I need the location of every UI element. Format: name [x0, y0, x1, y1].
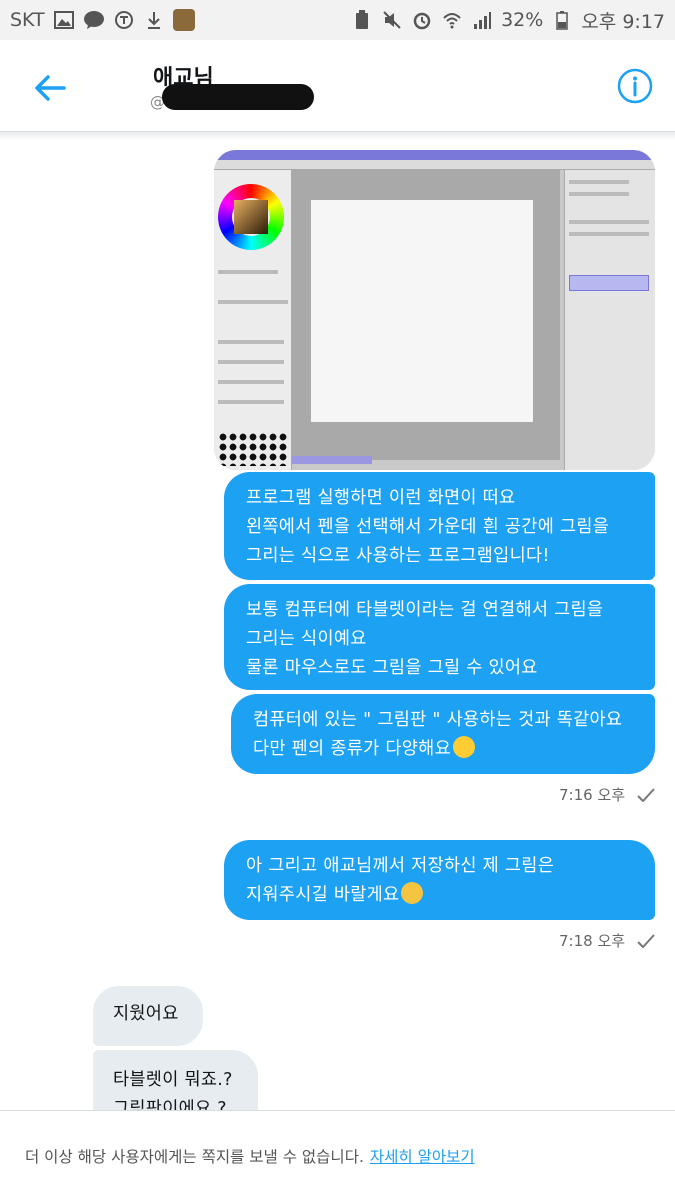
pensive-face-emoji-icon [401, 882, 424, 904]
sent-check-icon [637, 787, 655, 802]
message-text: 다만 펜의 종류가 다양해요 [253, 739, 451, 759]
message-line: 프로그램 실행하면 이런 화면이 떠요 [246, 488, 516, 508]
alarm-icon [411, 10, 433, 30]
image-panel-row [218, 380, 284, 384]
message-line: 왼쪽에서 펜을 선택해서 가운데 흰 공간에 그림을 [246, 517, 610, 537]
image-color-square [234, 200, 268, 234]
notice-text: 더 이상 해당 사용자에게는 쪽지를 보낼 수 없습니다. [25, 1147, 364, 1166]
sent-check-icon [637, 933, 655, 948]
sent-message: 프로그램 실행하면 이런 화면이 떠요 왼쪽에서 펜을 선택해서 가운데 흰 공… [224, 472, 655, 580]
received-message: 지웠어요 [93, 986, 203, 1046]
arrow-left-icon [35, 75, 66, 101]
image-brush-sizes [218, 432, 288, 466]
download-icon [143, 10, 165, 30]
wifi-icon [441, 10, 463, 30]
sent-image[interactable] [214, 150, 655, 470]
timestamp-text: 7:16 오후 [559, 786, 626, 804]
timestamp-text: 7:18 오후 [559, 932, 626, 950]
image-panel-row [569, 180, 629, 184]
image-panel-row [569, 220, 649, 224]
mute-icon [381, 10, 403, 30]
message-line: 컴퓨터에 있는 " 그림판 " 사용하는 것과 똑같아요 [253, 710, 623, 730]
conversation-header: 애교님 @ [0, 40, 675, 132]
battery-icon [551, 10, 573, 30]
image-layer-panel [564, 170, 655, 470]
handle-redaction [162, 84, 314, 110]
back-button[interactable] [30, 68, 70, 108]
image-panel-row [218, 360, 284, 364]
clock: 오후 9:17 [581, 10, 665, 33]
status-bar: SKT 32% 오후 9:17 [0, 0, 675, 40]
image-panel-row [218, 270, 278, 274]
message-line: 그리는 식이예요 [246, 629, 367, 649]
message-line: 그리는 식으로 사용하는 프로그램입니다! [246, 546, 550, 566]
message-text: 지워주시길 바랄게요 [246, 885, 400, 905]
image-panel-row [569, 192, 629, 196]
image-canvas-area [292, 170, 560, 460]
learn-more-link[interactable]: 자세히 알아보기 [370, 1145, 475, 1167]
message-line: 다만 펜의 종류가 다양해요 [253, 735, 637, 764]
music-app-icon [113, 10, 135, 30]
image-panel-row [218, 340, 284, 344]
message-timestamp: 7:18 오후 [559, 930, 655, 951]
conversation-info-button[interactable] [616, 67, 654, 105]
image-titlebar [214, 150, 655, 160]
notification-avatar-icon [172, 9, 195, 31]
sent-message: 아 그리고 애교님께서 저장하신 제 그림은 지워주시길 바랄게요 [224, 840, 655, 920]
battery-saver-icon [351, 10, 373, 30]
image-tool-panel [214, 170, 292, 470]
carrier-label: SKT [10, 9, 45, 31]
battery-percent: 32% [501, 9, 544, 31]
dm-disabled-notice: 더 이상 해당 사용자에게는 쪽지를 보낼 수 없습니다. 자세히 알아보기 [0, 1110, 675, 1200]
image-blank-canvas [311, 200, 533, 422]
image-statusbar [292, 456, 372, 464]
signal-icon [471, 10, 493, 30]
image-panel-row [218, 400, 284, 404]
gallery-icon [53, 10, 75, 30]
message-line: 아 그리고 애교님께서 저장하신 제 그림은 [246, 856, 555, 876]
message-line: 보통 컴퓨터에 타블렛이라는 걸 연결해서 그림을 [246, 600, 604, 620]
image-panel-row [569, 232, 649, 236]
message-line: 타블렛이 뭐죠.? [113, 1070, 233, 1090]
message-line: 지워주시길 바랄게요 [246, 881, 637, 910]
image-panel-row [218, 300, 288, 304]
message-line: 물론 마우스로도 그림을 그릴 수 있어요 [246, 658, 538, 678]
kakaotalk-icon [83, 10, 105, 30]
image-layer-item [569, 275, 649, 291]
sent-message: 컴퓨터에 있는 " 그림판 " 사용하는 것과 똑같아요 다만 펜의 종류가 다… [231, 694, 655, 774]
info-icon [617, 68, 653, 104]
sent-message: 보통 컴퓨터에 타블렛이라는 걸 연결해서 그림을 그리는 식이예요 물론 마우… [224, 584, 655, 690]
smiling-face-emoji-icon [453, 736, 475, 758]
header-shadow [0, 132, 675, 140]
message-line: 지웠어요 [113, 1004, 179, 1024]
message-timestamp: 7:16 오후 [559, 784, 655, 805]
image-menubar [214, 160, 655, 170]
